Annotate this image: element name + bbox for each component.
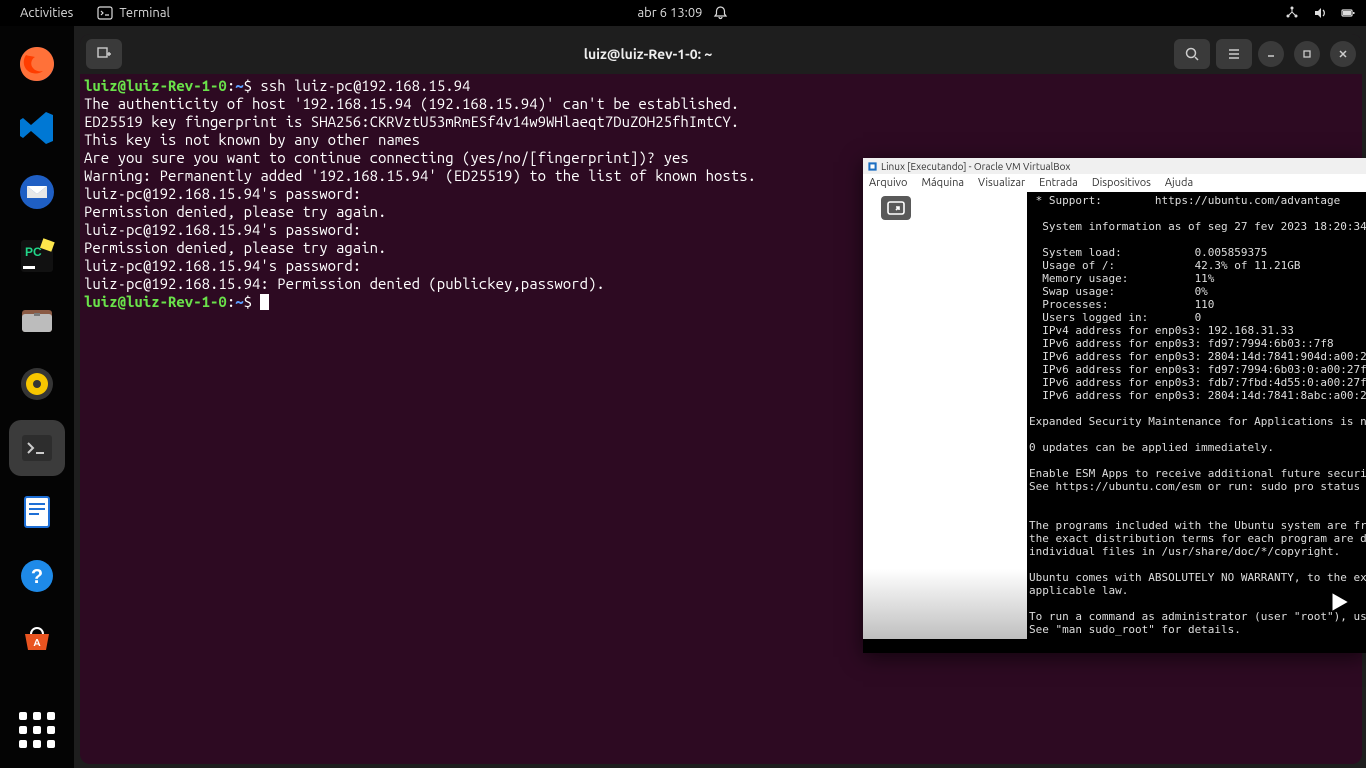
search-icon (1184, 46, 1200, 62)
pip-left-panel (863, 192, 1027, 639)
gnome-top-bar: Activities Terminal abr 6 13:09 (0, 0, 1366, 26)
pip-body: * Support: https://ubuntu.com/advantage … (863, 192, 1366, 639)
current-app-menu[interactable]: Terminal (97, 5, 170, 21)
vm-menubar: Arquivo Máquina Visualizar Entrada Dispo… (863, 174, 1366, 192)
svg-text:?: ? (31, 566, 43, 588)
virtualbox-icon (867, 161, 878, 172)
current-app-label: Terminal (119, 6, 170, 20)
rhythmbox-icon (17, 364, 57, 404)
battery-icon (1340, 5, 1356, 21)
dock-thunderbird[interactable] (9, 164, 65, 220)
window-title: luiz@luiz-Rev-1-0: ~ (128, 46, 1168, 62)
dock-help[interactable]: ? (9, 548, 65, 604)
pip-overlay[interactable]: Linux [Executando] - Oracle VM VirtualBo… (863, 158, 1366, 653)
files-icon (17, 300, 57, 340)
minimize-icon (1266, 49, 1276, 59)
dock-writer[interactable] (9, 484, 65, 540)
maximize-icon (1302, 49, 1312, 59)
hamburger-icon (1226, 46, 1242, 62)
maximize-button[interactable] (1294, 41, 1320, 67)
new-tab-icon (96, 46, 112, 62)
dock-pycharm[interactable]: PC (9, 228, 65, 284)
dock-software[interactable]: A (9, 612, 65, 668)
activities-button[interactable]: Activities (20, 6, 73, 20)
network-icon (1284, 5, 1300, 21)
pip-fade-overlay (863, 569, 1027, 639)
dock-vscode[interactable] (9, 100, 65, 156)
dock-firefox[interactable] (9, 36, 65, 92)
ubuntu-dock: PC ? A (0, 26, 74, 768)
expand-icon (887, 201, 905, 215)
vm-menu-ajuda[interactable]: Ajuda (1165, 177, 1193, 189)
dock-files[interactable] (9, 292, 65, 348)
pycharm-icon: PC (17, 236, 57, 276)
pip-play-button[interactable] (1326, 589, 1352, 621)
apps-grid-icon (19, 712, 55, 748)
terminal-app-icon (17, 428, 57, 468)
terminal-icon (97, 5, 113, 21)
vm-window-title: Linux [Executando] - Oracle VM VirtualBo… (881, 161, 1070, 172)
vm-menu-visualizar[interactable]: Visualizar (978, 177, 1025, 189)
firefox-icon (17, 44, 57, 84)
search-button[interactable] (1174, 39, 1210, 69)
vm-terminal-output: * Support: https://ubuntu.com/advantage … (1027, 192, 1366, 639)
vm-window-titlebar: Linux [Executando] - Oracle VM VirtualBo… (863, 158, 1366, 174)
minimize-button[interactable] (1258, 41, 1284, 67)
dock-terminal[interactable] (9, 420, 65, 476)
vm-menu-maquina[interactable]: Máquina (921, 177, 964, 189)
system-status-area[interactable] (1284, 5, 1356, 21)
activities-label: Activities (20, 6, 73, 20)
close-icon (1338, 49, 1348, 59)
play-icon (1326, 589, 1352, 615)
vscode-icon (17, 108, 57, 148)
writer-icon (17, 492, 57, 532)
vm-menu-dispositivos[interactable]: Dispositivos (1092, 177, 1151, 189)
show-applications[interactable] (9, 702, 65, 758)
svg-text:A: A (33, 637, 40, 648)
help-icon: ? (17, 556, 57, 596)
vm-menu-entrada[interactable]: Entrada (1039, 177, 1078, 189)
close-button[interactable] (1330, 41, 1356, 67)
volume-icon (1312, 5, 1328, 21)
bell-icon[interactable] (713, 5, 729, 21)
clock[interactable]: abr 6 13:09 (637, 6, 702, 20)
thunderbird-icon (17, 172, 57, 212)
pip-expand-button[interactable] (881, 196, 911, 220)
software-icon: A (17, 620, 57, 660)
vm-menu-arquivo[interactable]: Arquivo (869, 177, 907, 189)
dock-rhythmbox[interactable] (9, 356, 65, 412)
menu-button[interactable] (1216, 39, 1252, 69)
pip-bottom-bar (863, 639, 1366, 653)
svg-text:PC: PC (25, 245, 42, 259)
terminal-titlebar: luiz@luiz-Rev-1-0: ~ (80, 34, 1362, 74)
new-tab-button[interactable] (86, 39, 122, 69)
